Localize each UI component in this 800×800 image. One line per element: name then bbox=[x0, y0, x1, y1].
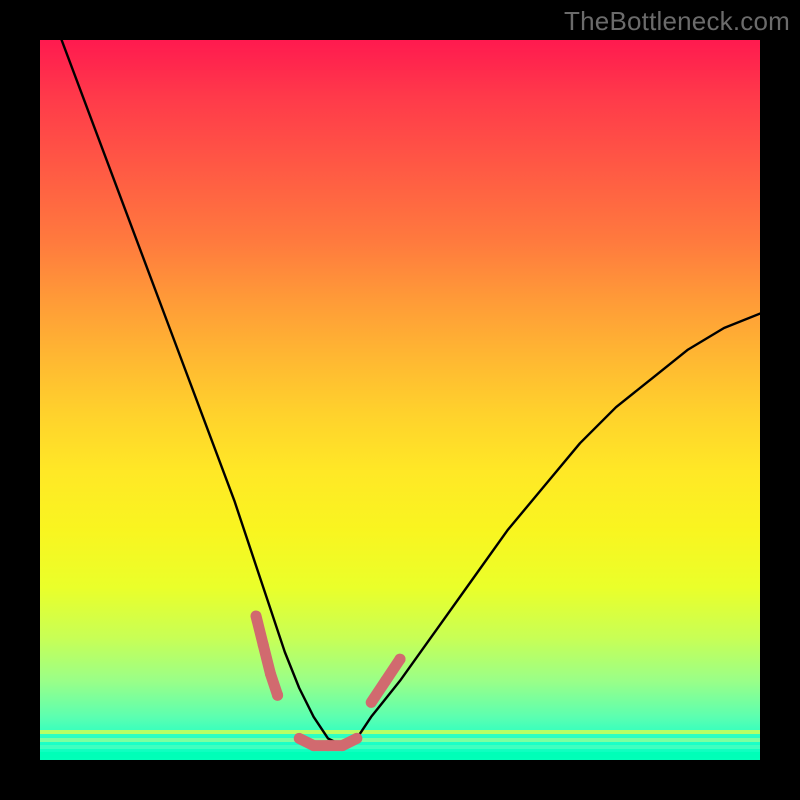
watermark-text: TheBottleneck.com bbox=[564, 6, 790, 37]
chart-container: TheBottleneck.com bbox=[0, 0, 800, 800]
plot-background-gradient bbox=[40, 40, 760, 760]
